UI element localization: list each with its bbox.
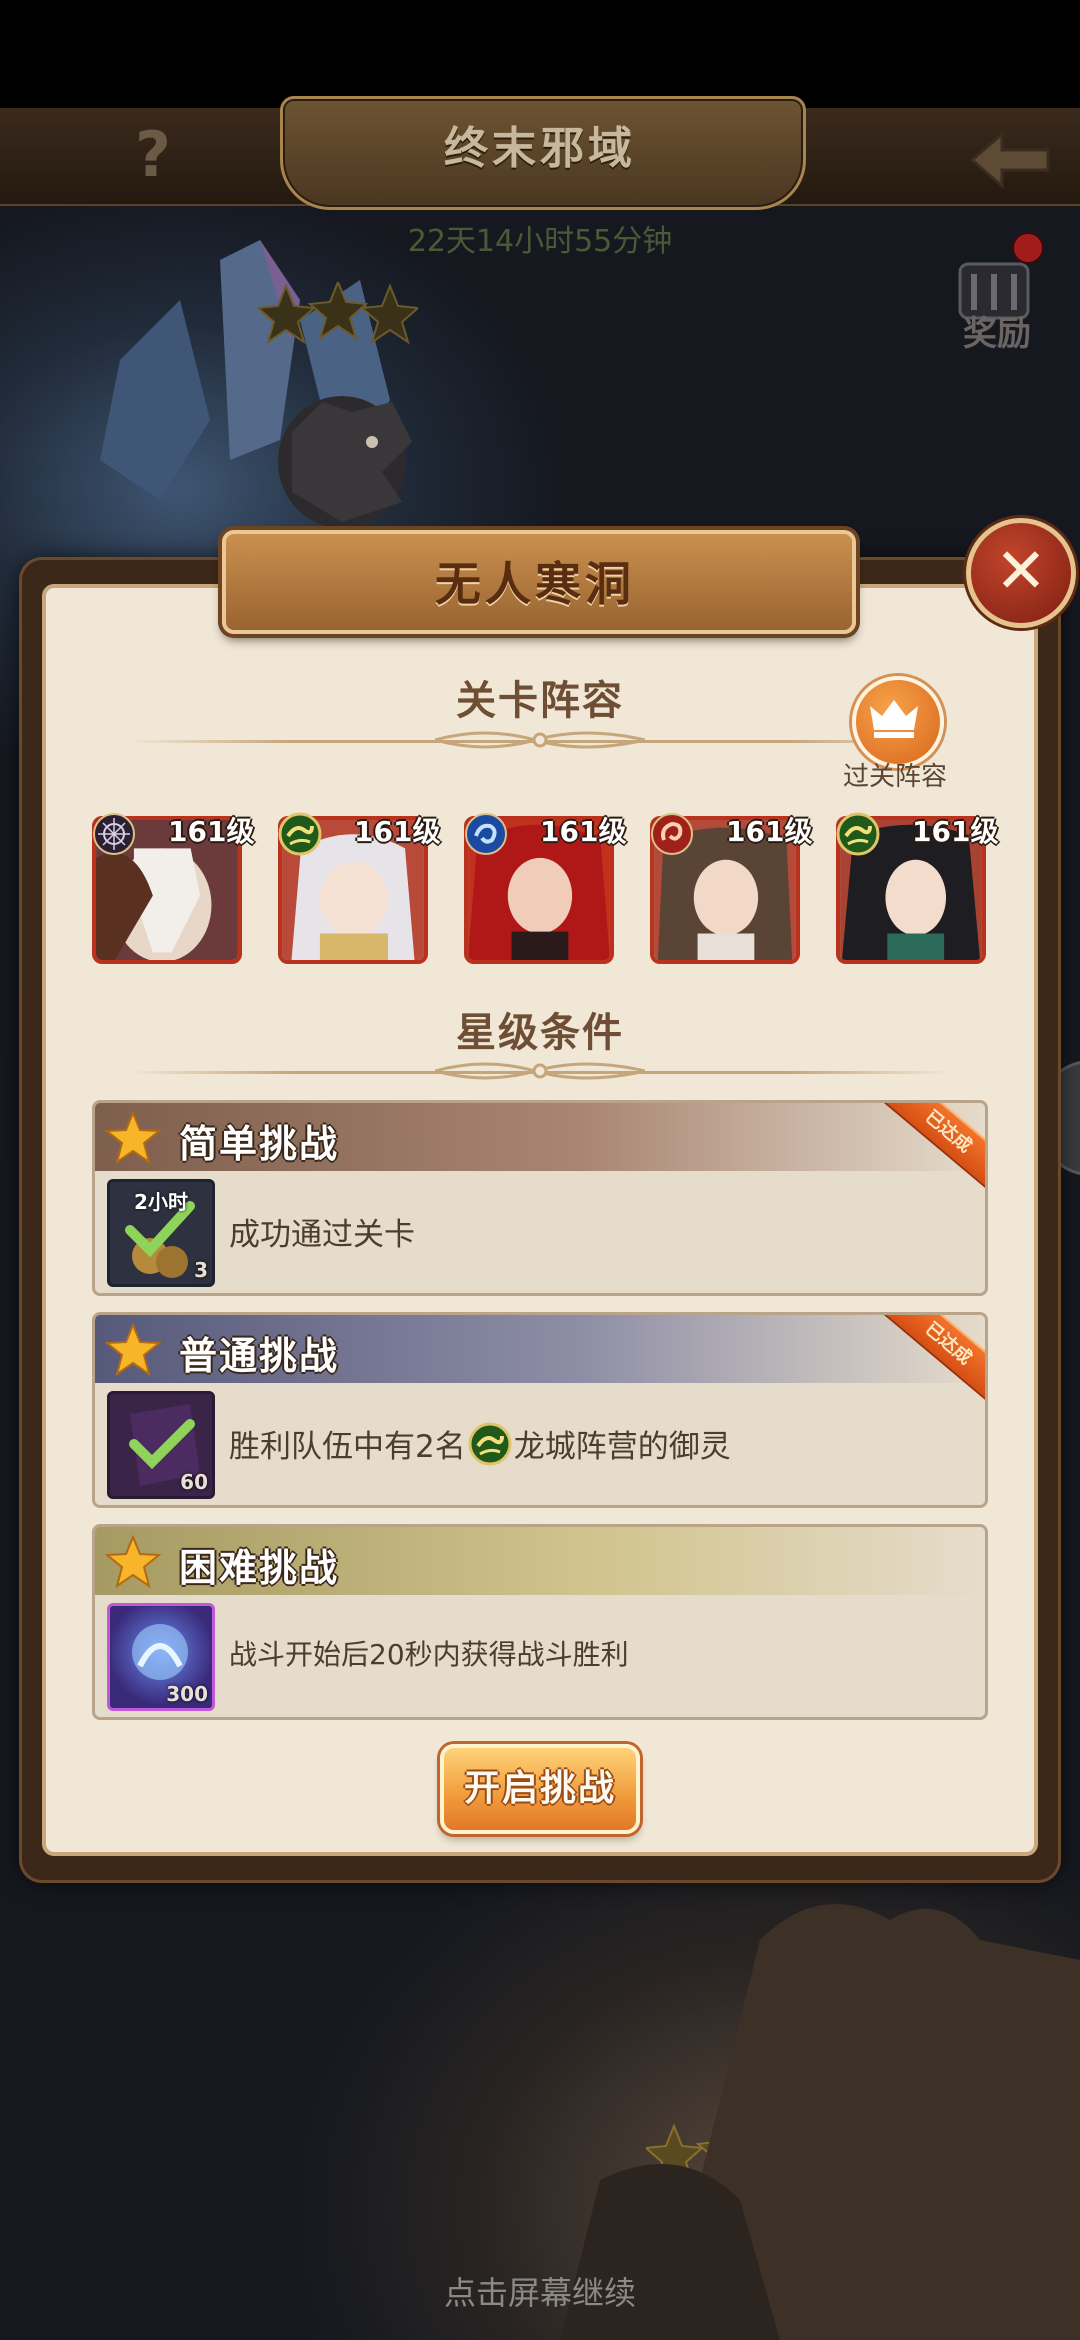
back-arrow-icon[interactable] [968, 128, 1052, 192]
crown-icon [870, 700, 918, 738]
event-timer: 22天14小时55分钟 [407, 224, 673, 259]
star-icon [105, 1535, 161, 1589]
challenge-description: 成功通过关卡 [229, 1217, 415, 1253]
hero-level: 161级 [168, 815, 255, 848]
hero-level: 161级 [912, 815, 999, 848]
description-part: 胜利队伍中有2名 [229, 1429, 466, 1465]
close-button[interactable]: ✕ [966, 518, 1076, 628]
challenge-title: 普通挑战 [179, 1334, 340, 1378]
hero-level: 161级 [354, 815, 441, 848]
start-challenge-button[interactable]: 开启挑战 [440, 1744, 640, 1834]
divider-ornament [435, 731, 645, 749]
challenge-description: 战斗开始后20秒内获得战斗胜利 [229, 1638, 629, 1671]
dragon-faction-icon [836, 812, 880, 856]
water-faction-icon [465, 813, 507, 855]
reward-item-blue-orb[interactable]: 300 [107, 1603, 215, 1711]
item-quantity: 3 [194, 1258, 208, 1282]
dark-faction-icon [93, 813, 135, 855]
modal-title: 无人寒洞 [435, 557, 635, 611]
item-label: 2小时 [134, 1190, 188, 1214]
dragon-faction-icon [468, 1422, 512, 1465]
hero-level: 161级 [726, 815, 813, 848]
challenge-description: 胜利队伍中有2名 龙城阵营的御灵 [229, 1421, 731, 1466]
challenge-normal: 普通挑战 已达成 60 胜利队伍中有2名 龙城阵营的御灵 [92, 1312, 988, 1508]
reward-label[interactable]: 奖励 [952, 306, 1042, 355]
challenge-title: 简单挑战 [179, 1122, 340, 1166]
item-quantity: 300 [166, 1682, 208, 1706]
challenge-hard: 困难挑战 300 战斗开始后20秒内获得战斗胜利 [92, 1524, 988, 1720]
divider-ornament [435, 1062, 645, 1080]
hero-level: 161级 [540, 815, 627, 848]
challenge-title: 困难挑战 [179, 1546, 340, 1590]
clear-lineup-button[interactable] [852, 676, 944, 768]
notification-dot [1012, 232, 1044, 264]
item-quantity: 60 [180, 1470, 208, 1494]
conditions-section-title: 星级条件 [456, 1010, 624, 1056]
star-icon [105, 1111, 161, 1165]
dragon-faction-icon [278, 812, 322, 856]
lineup-section-title: 关卡阵容 [456, 678, 624, 724]
help-button[interactable]: ? [118, 120, 188, 190]
reward-item-dark-crystal[interactable]: 60 [107, 1391, 215, 1499]
challenge-easy: 简单挑战 已达成 2小时 3 成功通过关卡 [92, 1100, 988, 1296]
stage-stars-top [258, 282, 418, 345]
fire-faction-icon [651, 813, 693, 855]
clear-lineup-label[interactable]: 过关阵容 [830, 756, 960, 793]
description-part: 龙城阵营的御灵 [513, 1429, 731, 1465]
tap-to-continue-hint[interactable]: 点击屏幕继续 [340, 2268, 740, 2314]
page-title: 终末邪域 [444, 123, 636, 174]
reward-item-time-pack[interactable]: 2小时 3 [107, 1179, 215, 1287]
star-icon [105, 1323, 161, 1377]
dragon-statue-icon [278, 396, 412, 528]
